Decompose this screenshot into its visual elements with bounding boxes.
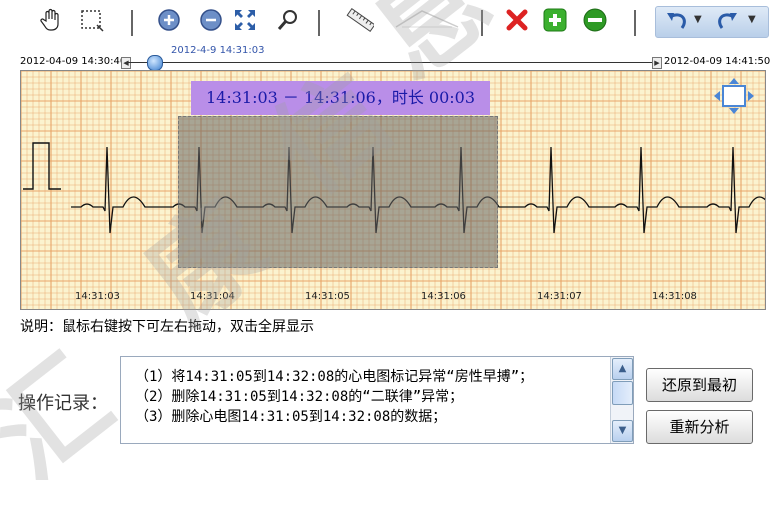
operations-label: 操作记录： bbox=[18, 393, 108, 414]
delete-icon[interactable] bbox=[503, 6, 531, 34]
time-mark-label: 14:31:07 bbox=[537, 291, 582, 302]
toolbar-separator bbox=[131, 10, 133, 36]
toolbar-separator bbox=[634, 10, 636, 36]
time-mark-label: 14:31:04 bbox=[190, 291, 235, 302]
toolbar: ▼ ▼ bbox=[0, 0, 783, 42]
magnifier-icon[interactable] bbox=[274, 6, 302, 34]
log-scrollbar[interactable]: ▲ ▼ bbox=[610, 357, 633, 443]
chevron-down-icon[interactable]: ▼ bbox=[694, 14, 702, 25]
undo-icon[interactable] bbox=[664, 10, 690, 38]
zoom-out-icon[interactable] bbox=[197, 6, 225, 34]
hand-pan-icon[interactable] bbox=[38, 6, 66, 34]
timeline-current: 2012-4-9 14:31:03 bbox=[171, 45, 265, 56]
restore-button[interactable]: 还原到最初 bbox=[646, 368, 753, 402]
ruler-icon[interactable] bbox=[346, 6, 374, 34]
timeline-start: 2012-04-09 14:30:40 bbox=[20, 56, 127, 67]
zoom-in-icon[interactable] bbox=[155, 6, 183, 34]
log-entry: （3）删除心电图14:31:05到14:32:08的数据； bbox=[135, 409, 447, 425]
selection-time-label: 14:31:03 － 14:31:06，时长 00:03 bbox=[191, 81, 490, 115]
timeline-slider-handle[interactable] bbox=[147, 55, 164, 71]
ruler-disabled-icon bbox=[392, 6, 462, 34]
timeline-end: 2012-04-09 14:41:50 bbox=[664, 56, 771, 67]
scroll-up-button[interactable]: ▲ bbox=[612, 358, 633, 380]
scroll-down-button[interactable]: ▼ bbox=[612, 420, 633, 442]
selection-region[interactable] bbox=[178, 116, 498, 268]
pan-direction-control[interactable] bbox=[712, 78, 756, 114]
time-mark-label: 14:31:03 bbox=[75, 291, 120, 302]
toolbar-separator bbox=[481, 10, 483, 36]
undo-redo-group: ▼ ▼ bbox=[655, 6, 769, 38]
timeline-right-arrow[interactable]: ▶ bbox=[652, 57, 662, 69]
operations-log[interactable]: （1）将14:31:05到14:32:08的心电图标记异常“房性早搏”； （2）… bbox=[120, 356, 634, 444]
scroll-thumb[interactable] bbox=[612, 381, 633, 405]
fit-screen-icon[interactable] bbox=[231, 6, 259, 34]
add-icon[interactable] bbox=[541, 6, 569, 34]
log-entry: （1）将14:31:05到14:32:08的心电图标记异常“房性早搏”； bbox=[135, 369, 534, 385]
toolbar-separator bbox=[318, 10, 320, 36]
log-entry: （2）删除14:31:05到14:32:08的“二联律”异常； bbox=[135, 389, 464, 405]
timeline-left-arrow[interactable]: ◀ bbox=[121, 57, 131, 69]
time-mark-label: 14:31:06 bbox=[421, 291, 466, 302]
select-rect-icon[interactable] bbox=[78, 6, 106, 34]
timeline-track[interactable] bbox=[128, 62, 656, 63]
time-mark-label: 14:31:08 bbox=[652, 291, 697, 302]
chevron-down-icon[interactable]: ▼ bbox=[748, 14, 756, 25]
hint-text: 说明：鼠标右键按下可左右拖动，双击全屏显示 bbox=[20, 319, 314, 335]
reanalyze-button[interactable]: 重新分析 bbox=[646, 410, 753, 444]
remove-icon[interactable] bbox=[581, 6, 609, 34]
redo-icon[interactable] bbox=[714, 10, 740, 38]
time-mark-label: 14:31:05 bbox=[305, 291, 350, 302]
